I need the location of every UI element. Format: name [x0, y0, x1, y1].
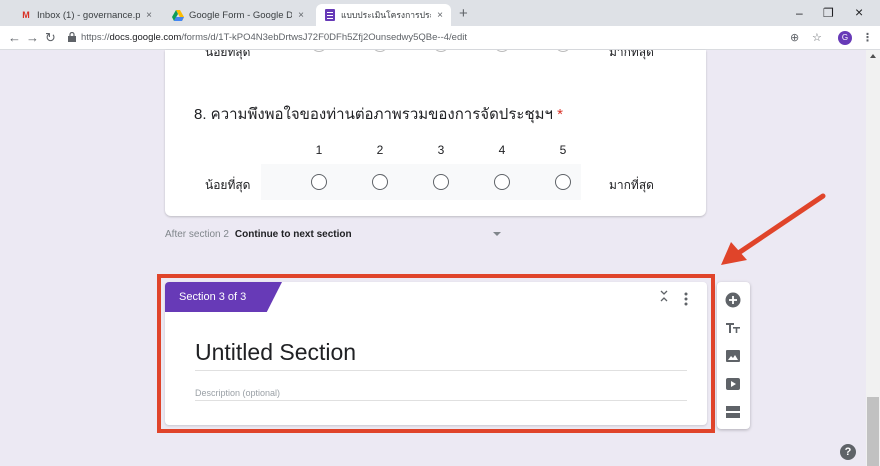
- address-bar-row: ← → ↻ https://docs.google.com/forms/d/1T…: [0, 26, 880, 50]
- radio-button[interactable]: [494, 50, 510, 52]
- after-section-label: After section 2: [165, 229, 229, 240]
- radio-button[interactable]: [311, 174, 327, 190]
- url-path: /forms/d/1T-kPO4N3ebDrtwsJ72F0DFh5Zfj2Ou…: [181, 32, 467, 43]
- question-title-text: 8. ความพึงพอใจของท่านต่อภาพรวมของการจัดป…: [194, 106, 553, 123]
- annotation-arrow: [721, 193, 826, 265]
- radio-button[interactable]: [372, 50, 388, 52]
- add-video-icon[interactable]: [725, 376, 741, 392]
- scale-row-background: [261, 164, 581, 200]
- tab-strip: M Inbox (1) - governance.pacc@gm × Googl…: [0, 0, 880, 26]
- dropdown-arrow-icon[interactable]: [493, 232, 501, 236]
- url-host: docs.google.com: [109, 32, 182, 43]
- avatar[interactable]: G: [838, 31, 852, 45]
- radio-button[interactable]: [433, 174, 449, 190]
- tab-gmail-inbox[interactable]: M Inbox (1) - governance.pacc@gm ×: [12, 4, 160, 26]
- google-drive-icon: [172, 9, 184, 21]
- maximize-icon[interactable]: ❐: [823, 6, 834, 20]
- radio-button[interactable]: [372, 174, 388, 190]
- url-field[interactable]: https://docs.google.com/forms/d/1T-kPO4N…: [81, 32, 467, 43]
- more-options-icon[interactable]: [684, 292, 688, 306]
- divider: [195, 400, 687, 401]
- add-title-icon[interactable]: [725, 320, 741, 336]
- scrollbar-thumb[interactable]: [867, 397, 879, 466]
- close-tab-icon[interactable]: ×: [298, 10, 304, 21]
- after-section-value: Continue to next section: [234, 229, 352, 240]
- tab-title: Google Form - Google Drive: [189, 9, 293, 21]
- question-title: 8. ความพึงพอใจของท่านต่อภาพรวมของการจัดป…: [194, 102, 563, 126]
- reload-icon[interactable]: ↻: [45, 30, 56, 46]
- scale-label: 1: [315, 143, 323, 157]
- tab-google-drive[interactable]: Google Form - Google Drive ×: [164, 4, 312, 26]
- section-title[interactable]: Untitled Section: [195, 339, 356, 366]
- prev-low-label: น้อยที่สุด: [205, 50, 251, 59]
- close-tab-icon[interactable]: ×: [146, 10, 152, 21]
- url-scheme: https://: [81, 32, 110, 43]
- zoom-icon[interactable]: ⊕: [790, 31, 799, 44]
- prev-high-label: มากที่สุด: [609, 50, 654, 59]
- question-card[interactable]: น้อยที่สุด มากที่สุด 8. ความพึงพอใจของท่…: [165, 50, 706, 216]
- add-question-icon[interactable]: [725, 292, 741, 308]
- tab-form-editor[interactable]: แบบประเมินโครงการประชุมเชิงปฏิบัติก ×: [316, 4, 451, 26]
- close-window-icon[interactable]: ×: [855, 4, 863, 20]
- add-section-icon[interactable]: [725, 404, 741, 420]
- bookmark-star-icon[interactable]: ☆: [812, 31, 822, 44]
- low-label: น้อยที่สุด: [205, 178, 251, 192]
- tab-title: Inbox (1) - governance.pacc@gm: [37, 9, 141, 21]
- radio-button[interactable]: [311, 50, 327, 52]
- scroll-up-icon[interactable]: [870, 54, 876, 58]
- section-tag-label: Section 3 of 3: [179, 291, 247, 303]
- collapse-icon[interactable]: [659, 290, 669, 302]
- required-mark: *: [557, 106, 563, 123]
- divider: [195, 370, 687, 371]
- back-icon[interactable]: ←: [8, 30, 21, 45]
- add-image-icon[interactable]: [725, 348, 741, 364]
- form-toolbar: [717, 282, 750, 429]
- scale-label: 5: [559, 143, 567, 157]
- radio-button[interactable]: [494, 174, 510, 190]
- google-forms-icon: [324, 9, 336, 21]
- scale-label: 2: [376, 143, 384, 157]
- radio-button[interactable]: [555, 50, 571, 52]
- minimize-icon[interactable]: –: [796, 6, 803, 20]
- menu-icon[interactable]: ⋮: [862, 31, 873, 44]
- section-description-field[interactable]: Description (optional): [195, 388, 280, 398]
- scale-label: 4: [498, 143, 506, 157]
- lock-icon: [68, 32, 76, 42]
- gmail-icon: M: [22, 10, 30, 20]
- scale-label: 3: [437, 143, 445, 157]
- radio-button[interactable]: [433, 50, 449, 52]
- previous-scale-row: น้อยที่สุด มากที่สุด: [165, 50, 706, 63]
- new-tab-button[interactable]: +: [459, 5, 468, 22]
- after-section-selector[interactable]: After section 2 Continue to next section: [165, 229, 352, 240]
- help-icon[interactable]: ?: [840, 444, 856, 460]
- forward-icon[interactable]: →: [26, 30, 39, 45]
- tab-title: แบบประเมินโครงการประชุมเชิงปฏิบัติก: [341, 10, 431, 20]
- radio-button[interactable]: [555, 174, 571, 190]
- close-tab-icon[interactable]: ×: [437, 10, 443, 21]
- high-label: มากที่สุด: [609, 178, 654, 192]
- section-card[interactable]: Section 3 of 3 Untitled Section Descript…: [165, 282, 707, 425]
